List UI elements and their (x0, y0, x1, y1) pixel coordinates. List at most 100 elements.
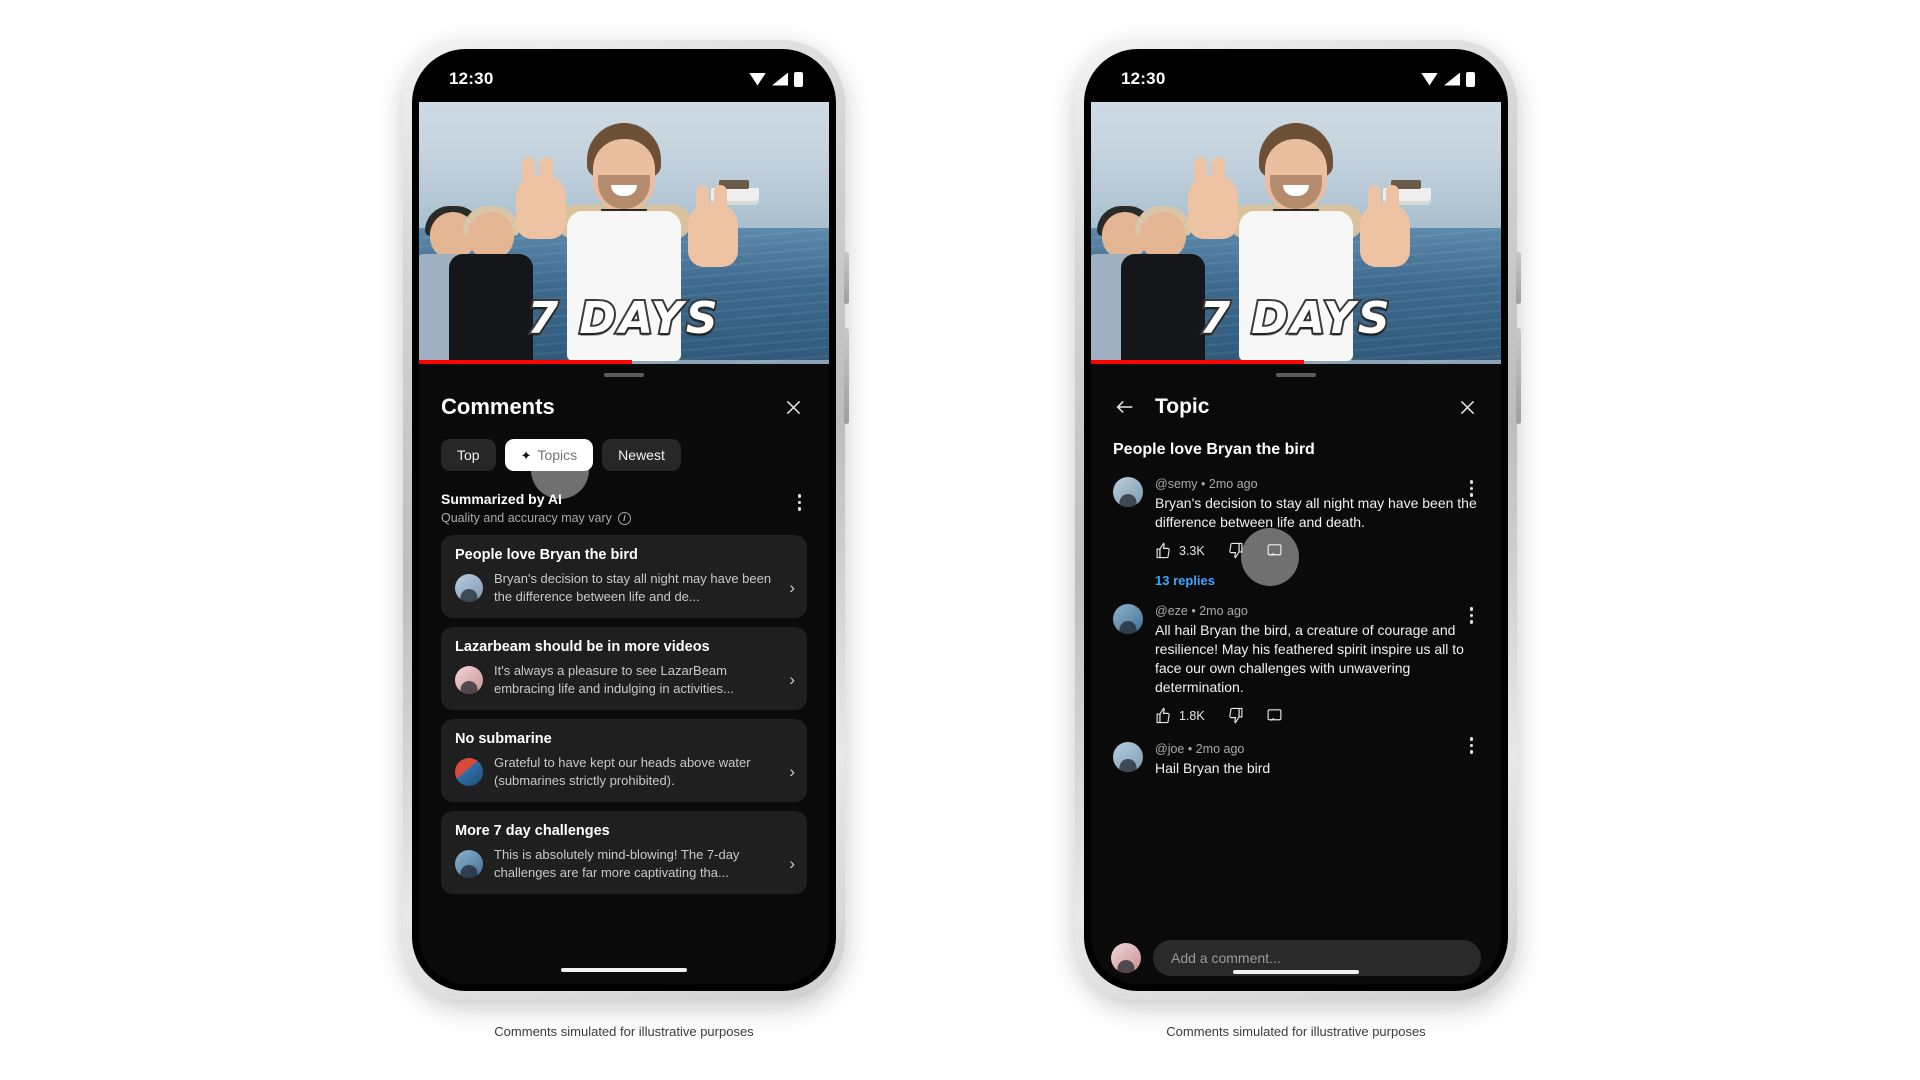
topic-card[interactable]: People love Bryan the bird Bryan's decis… (441, 535, 807, 619)
comment-overflow-menu-icon[interactable] (1464, 734, 1480, 757)
topic-card-snippet: It's always a pleasure to see LazarBeam … (494, 663, 734, 696)
topic-card-title: No submarine (455, 731, 552, 748)
topic-card-snippet: Bryan's decision to stay all night may h… (494, 571, 772, 604)
topic-card[interactable]: No submarine Grateful to have kept our h… (441, 719, 807, 803)
comment-actions: 1.8K (1155, 707, 1479, 724)
figure-caption: Comments simulated for illustrative purp… (494, 1024, 754, 1039)
comment-timestamp: 2mo ago (1195, 742, 1245, 757)
info-icon[interactable]: i (617, 511, 631, 525)
topic-card-title: More 7 day challenges (455, 823, 610, 840)
avatar (455, 573, 483, 602)
topic-card[interactable]: More 7 day challenges This is absolutely… (441, 811, 807, 895)
dislike-button[interactable] (1227, 707, 1244, 724)
comment-author[interactable]: @semy (1155, 477, 1198, 491)
comment-text: Hail Bryan the bird (1155, 760, 1271, 777)
screenshot-root: 12:30 7 DAYS Comments Top ✦ Topics Newes… (0, 0, 1920, 1080)
comment-meta: @eze • 2mo ago (1155, 604, 1479, 618)
chevron-right-icon: › (789, 761, 795, 781)
avatar (455, 665, 483, 694)
comment-overflow-menu-icon[interactable] (1464, 604, 1480, 627)
like-button[interactable]: 1.8K (1155, 707, 1205, 724)
status-bar: 12:30 (1091, 56, 1501, 102)
chip-topics-label: Topics (537, 447, 578, 463)
chip-topics[interactable]: ✦ Topics (504, 439, 594, 471)
comment-actions: 3.3K (1155, 528, 1479, 587)
signal-icon (1444, 72, 1460, 86)
topic-name: People love Bryan the bird (1113, 441, 1315, 458)
summary-subtitle-row: Quality and accuracy may vary i (441, 511, 792, 525)
chip-top[interactable]: Top (441, 439, 496, 471)
sparkle-icon: ✦ (520, 447, 532, 463)
comment-timestamp: 2mo ago (1199, 604, 1248, 619)
home-indicator (561, 968, 687, 972)
comment-separator: • (1187, 742, 1193, 757)
phone-device-right: 12:30 7 DAYS Topic People love Bryan the… (1075, 40, 1521, 1000)
summary-subtitle: Quality and accuracy may vary (441, 511, 612, 525)
status-time: 12:30 (1121, 69, 1166, 88)
avatar (455, 757, 483, 786)
chevron-right-icon: › (789, 853, 795, 873)
dislike-button[interactable] (1227, 542, 1244, 559)
battery-icon (1466, 71, 1475, 87)
topic-detail-sheet: Topic People love Bryan the bird @semy •… (1091, 364, 1501, 984)
filter-chips: Top ✦ Topics Newest (419, 429, 829, 499)
overflow-menu-icon[interactable] (792, 491, 808, 514)
home-indicator (1233, 970, 1359, 974)
video-player[interactable]: 7 DAYS (419, 102, 829, 364)
status-icons (1421, 71, 1475, 87)
avatar[interactable] (1113, 742, 1143, 773)
wifi-icon (749, 72, 766, 86)
phone-screen-left: 12:30 7 DAYS Comments Top ✦ Topics Newes… (419, 56, 829, 984)
volume-button[interactable] (1516, 328, 1521, 424)
topic-card-snippet: Grateful to have kept our heads above wa… (494, 755, 751, 788)
figure-caption: Comments simulated for illustrative purp… (1166, 1024, 1426, 1039)
topic-card[interactable]: Lazarbeam should be in more videos It's … (441, 627, 807, 711)
status-bar: 12:30 (419, 56, 829, 102)
comment-item: @semy • 2mo ago Bryan's decision to stay… (1113, 467, 1480, 587)
sheet-header: Comments (419, 377, 829, 429)
avatar[interactable] (1111, 943, 1141, 973)
status-icons (749, 71, 803, 87)
comment-separator: • (1201, 477, 1206, 491)
like-button[interactable]: 3.3K (1155, 542, 1205, 559)
power-button[interactable] (844, 252, 849, 304)
battery-icon (794, 71, 803, 87)
close-icon[interactable] (779, 393, 807, 421)
status-time: 12:30 (449, 69, 494, 88)
avatar[interactable] (1113, 477, 1143, 507)
right-phone-column: 12:30 7 DAYS Topic People love Bryan the… (1075, 40, 1521, 1039)
video-player[interactable]: 7 DAYS (1091, 102, 1501, 364)
chip-newest[interactable]: Newest (602, 439, 681, 471)
avatar[interactable] (1113, 604, 1143, 635)
comment-author[interactable]: @eze (1155, 604, 1188, 618)
power-button[interactable] (1516, 252, 1521, 304)
topic-card-title: Lazarbeam should be in more videos (455, 639, 710, 656)
comment-author[interactable]: @joe (1155, 742, 1184, 756)
comment-text: Bryan's decision to stay all night may h… (1155, 495, 1477, 531)
volume-button[interactable] (844, 328, 849, 424)
topic-card-list: People love Bryan the bird Bryan's decis… (419, 525, 829, 895)
page-title: Topic (1155, 395, 1210, 418)
reply-button[interactable] (1266, 707, 1283, 724)
wifi-icon (1421, 72, 1438, 86)
chevron-right-icon: › (789, 577, 795, 597)
comment-meta: @semy • 2mo ago (1155, 477, 1479, 491)
topic-card-snippet: This is absolutely mind-blowing! The 7-d… (494, 847, 740, 880)
comment-overflow-menu-icon[interactable] (1464, 477, 1480, 500)
comment-item: @joe • 2mo ago Hail Bryan the bird (1113, 724, 1479, 778)
back-arrow-icon[interactable] (1111, 393, 1139, 421)
view-replies-link[interactable]: 13 replies (1113, 559, 1479, 594)
reply-button[interactable] (1266, 542, 1283, 559)
comment-list: @semy • 2mo ago Bryan's decision to stay… (1091, 467, 1501, 984)
topic-card-title: People love Bryan the bird (455, 547, 638, 563)
left-phone-column: 12:30 7 DAYS Comments Top ✦ Topics Newes… (403, 40, 849, 1039)
phone-screen-right: 12:30 7 DAYS Topic People love Bryan the… (1091, 56, 1501, 984)
signal-icon (772, 72, 788, 86)
video-overlay-title: 7 DAYS (1197, 291, 1393, 346)
close-icon[interactable] (1453, 393, 1481, 421)
chevron-right-icon: › (789, 669, 795, 689)
comments-sheet: Comments Top ✦ Topics Newest Summarized … (419, 364, 829, 984)
like-count: 3.3K (1179, 543, 1205, 558)
chip-top-label: Top (457, 447, 480, 463)
comment-item: @eze • 2mo ago All hail Bryan the bird, … (1113, 594, 1479, 724)
